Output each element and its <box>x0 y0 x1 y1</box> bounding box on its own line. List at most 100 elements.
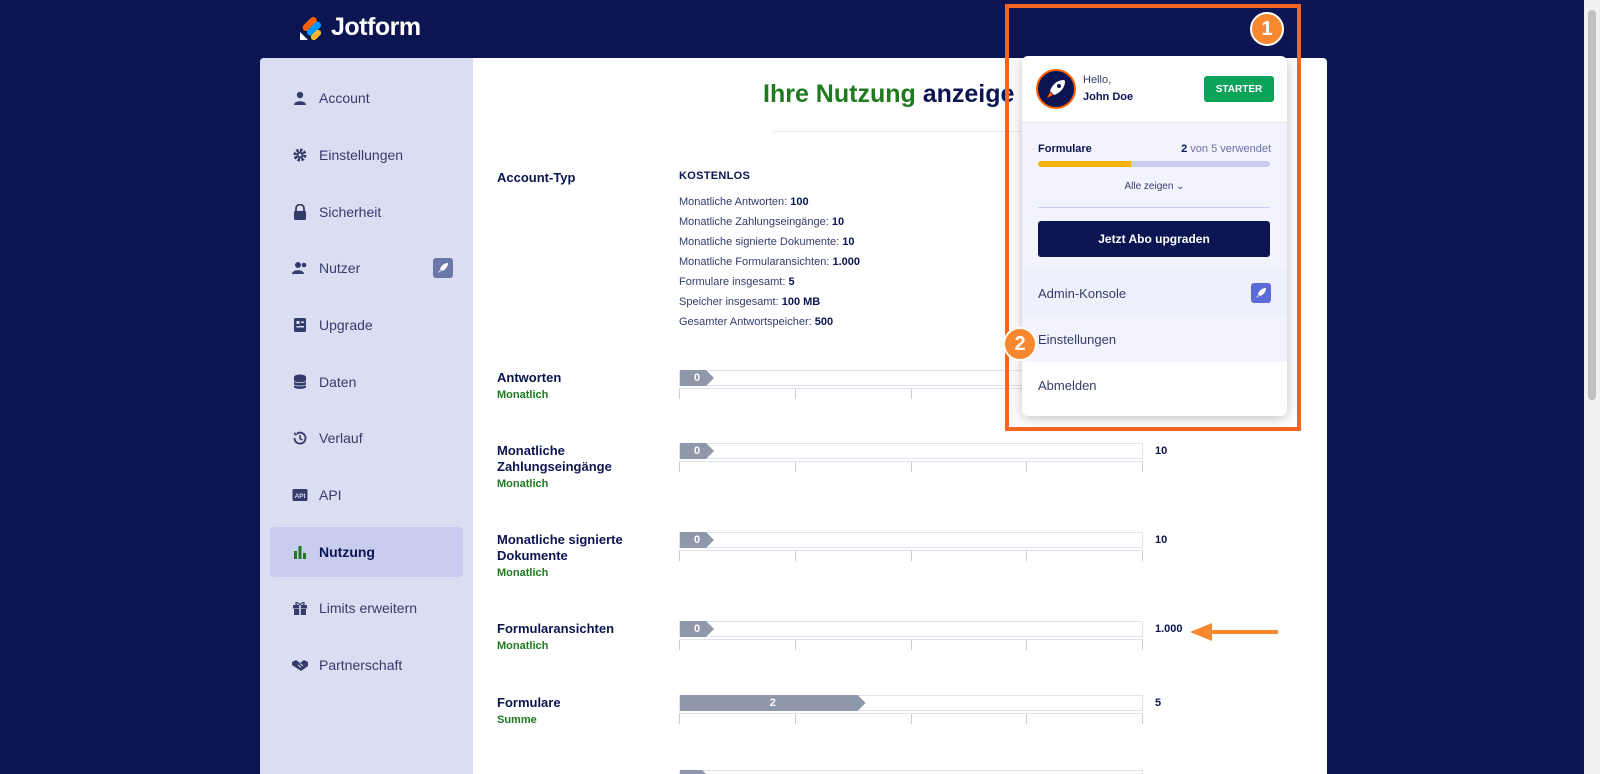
svg-text:API: API <box>295 493 306 500</box>
usage-label <box>497 770 647 771</box>
sidebar-item-sicherheit[interactable]: Sicherheit <box>270 183 463 240</box>
tick-mark <box>910 640 912 650</box>
tick-mark <box>910 714 912 724</box>
upgrade-plan-button[interactable]: Jetzt Abo upgraden <box>1038 221 1270 257</box>
users-icon <box>292 260 308 276</box>
menu-item-label: Abmelden <box>1038 377 1097 393</box>
tick-mark <box>794 551 796 561</box>
gift-icon <box>292 600 308 616</box>
sidebar-item-label: Partnerschaft <box>319 656 403 673</box>
sidebar-item-daten[interactable]: Daten <box>270 353 463 410</box>
usage-title: Monatliche Zahlungseingänge <box>497 443 612 474</box>
tick-mark <box>679 389 680 399</box>
rocket-icon <box>1251 283 1271 303</box>
rocket-icon <box>433 258 453 279</box>
usage-bar-fill: 2 <box>680 695 866 711</box>
forms-usage-bar <box>1038 161 1270 167</box>
divider <box>1038 207 1270 208</box>
profile-dropdown: Hello, John Doe STARTER Formulare 2 von … <box>1022 56 1287 416</box>
menu-item-label: Einstellungen <box>1038 331 1117 347</box>
tick-mark <box>1026 462 1028 472</box>
sidebar-item-upgrade[interactable]: Upgrade <box>270 297 463 354</box>
page-title-highlight: Ihre Nutzung <box>763 80 916 108</box>
tick-mark <box>794 640 796 650</box>
usage-title: Monatliche signierte Dokumente <box>497 532 623 563</box>
sidebar-item-label: Nutzer <box>319 260 361 277</box>
usage-title: Formulare <box>497 695 561 710</box>
tick-mark <box>910 389 912 399</box>
page-title-rest: anzeige <box>922 80 1015 108</box>
usage-bar: 2 <box>679 695 1143 711</box>
sidebar-item-label: Einstellungen <box>319 147 404 164</box>
usage-bar-ticks <box>679 550 1143 562</box>
forms-usage-label: Formulare <box>1038 143 1092 155</box>
step-badge-2: 2 <box>1003 327 1037 361</box>
sidebar-item-nutzer[interactable]: Nutzer <box>270 240 463 297</box>
usage-period: Monatlich <box>497 640 549 652</box>
account-type-label: Account-Typ <box>497 170 576 185</box>
sidebar-item-verlauf[interactable]: Verlauf <box>270 410 463 467</box>
usage-bar <box>679 770 1143 774</box>
usage-max: 5 <box>1155 697 1162 709</box>
history-icon <box>292 430 308 446</box>
page-scrollbar[interactable] <box>1584 0 1600 774</box>
handshake-icon <box>292 657 308 673</box>
sidebar-item-partnerschaft[interactable]: Partnerschaft <box>270 636 463 693</box>
account-type-value: KOSTENLOS <box>679 170 751 182</box>
usage-label: Formulare Summe <box>497 695 647 728</box>
lock-icon <box>292 203 308 220</box>
usage-bar-ticks <box>679 639 1143 651</box>
bar-chart-icon <box>292 544 308 560</box>
tick-mark <box>1142 714 1143 724</box>
annotation-arrow-icon <box>1190 623 1278 641</box>
usage-period: Monatlich <box>497 389 549 401</box>
chevron-down-icon: ⌄ <box>1176 181 1185 192</box>
tick-mark <box>1142 462 1143 472</box>
menu-item-abmelden[interactable]: Abmelden <box>1022 362 1287 408</box>
tick-mark <box>794 389 796 399</box>
sidebar-item-limits-erweitern[interactable]: Limits erweitern <box>270 580 463 637</box>
tick-mark <box>679 551 680 561</box>
plan-badge[interactable]: STARTER <box>1204 76 1274 102</box>
account-limit-item: Monatliche Formularansichten: 1.000 <box>679 256 860 268</box>
jotform-logo[interactable]: Jotform <box>299 13 421 42</box>
tick-mark <box>794 714 796 724</box>
usage-max: 1.000 <box>1155 623 1183 635</box>
usage-bar-ticks <box>679 713 1143 725</box>
show-all-link[interactable]: Alle zeigen ⌄ <box>1022 181 1287 192</box>
tick-mark <box>679 640 680 650</box>
account-limit-item: Formulare insgesamt: 5 <box>679 276 795 288</box>
sidebar-item-einstellungen[interactable]: Einstellungen <box>270 127 463 184</box>
usage-bar-fill: 0 <box>680 370 714 386</box>
tick-mark <box>794 462 796 472</box>
page-title: Ihre Nutzung anzeige <box>763 80 1014 109</box>
usage-bar-fill: 0 <box>680 532 714 548</box>
jotform-logo-icon <box>299 15 325 41</box>
sidebar-item-nutzung[interactable]: Nutzung <box>270 526 463 577</box>
user-icon <box>292 90 308 106</box>
avatar[interactable] <box>1036 69 1076 109</box>
usage-period: Monatlich <box>497 567 549 579</box>
usage-bar: 0 <box>679 621 1143 637</box>
menu-item-admin-konsole[interactable]: Admin-Konsole <box>1022 270 1287 316</box>
menu-item-einstellungen[interactable]: Einstellungen <box>1022 316 1287 362</box>
sidebar-item-label: Daten <box>319 373 357 390</box>
tick-mark <box>910 551 912 561</box>
account-limit-item: Monatliche Antworten: 100 <box>679 196 809 208</box>
usage-bar: 0 <box>679 443 1143 459</box>
sidebar-item-label: Nutzung <box>319 543 375 560</box>
step-badge-1: 1 <box>1250 12 1284 46</box>
sidebar-item-api[interactable]: API API <box>270 467 463 524</box>
sidebar-item-label: Sicherheit <box>319 203 382 220</box>
usage-period: Summe <box>497 714 537 726</box>
scrollbar-thumb[interactable] <box>1588 10 1596 400</box>
sidebar-item-label: Upgrade <box>319 317 373 334</box>
usage-bar-fill: 0 <box>680 443 714 459</box>
sidebar-item-account[interactable]: Account <box>270 70 463 127</box>
tick-mark <box>1026 640 1028 650</box>
usage-bar-ticks <box>679 461 1143 473</box>
usage-bar: 0 <box>679 532 1143 548</box>
usage-label: Antworten Monatlich <box>497 370 647 403</box>
forms-usage-count: 2 von 5 verwendet <box>1181 143 1271 155</box>
tick-mark <box>1142 640 1143 650</box>
